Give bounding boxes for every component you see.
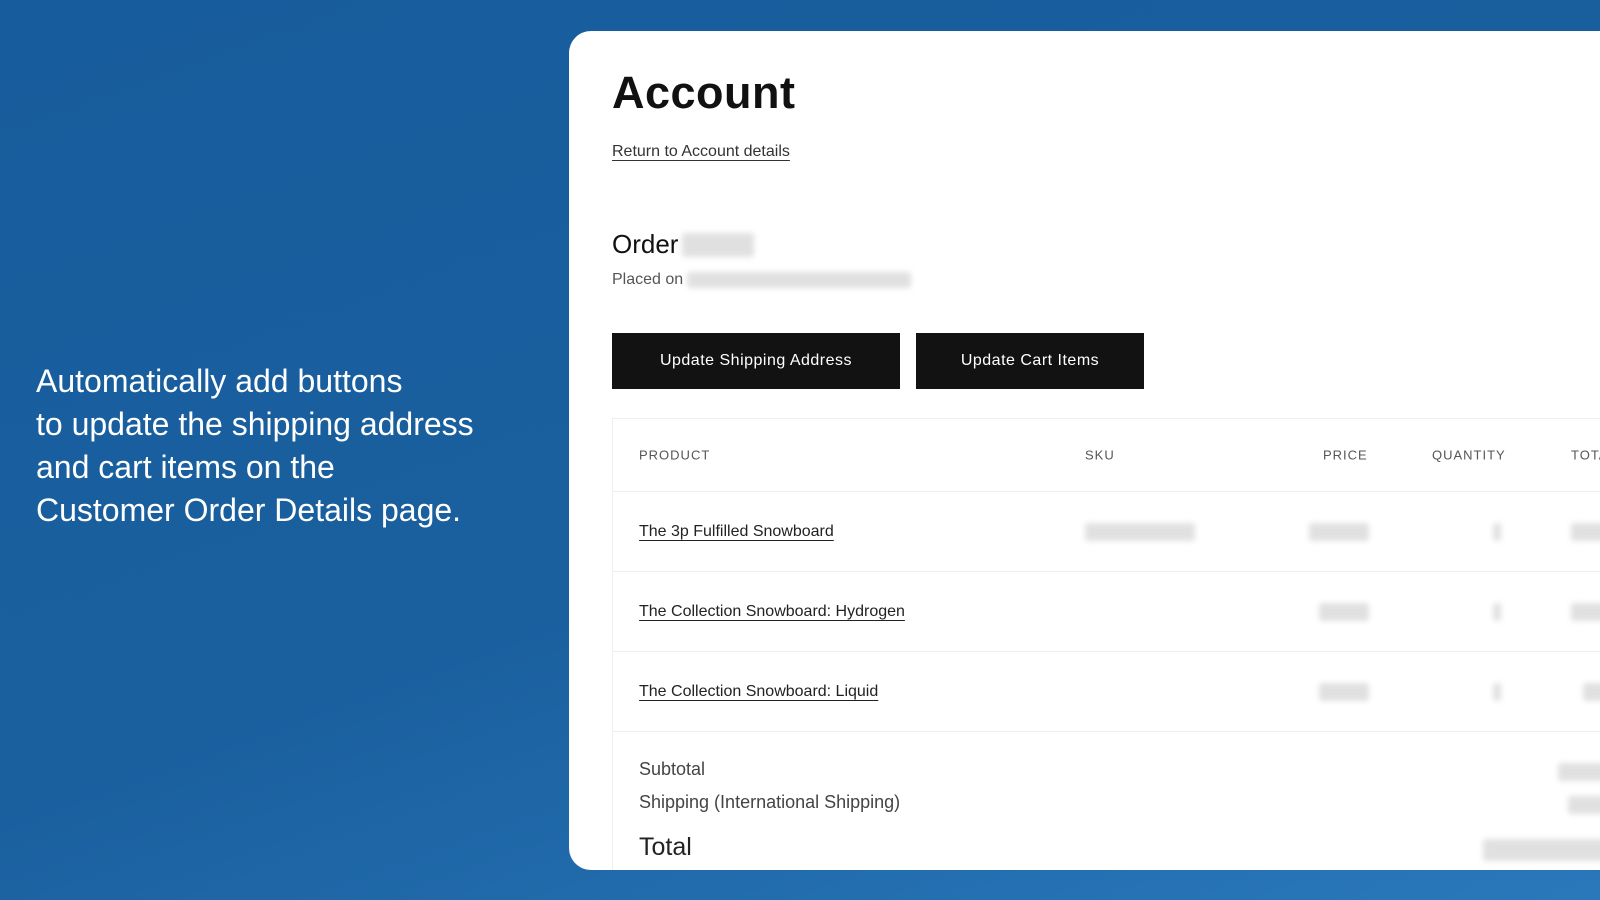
- subtotal-label: Subtotal: [639, 759, 706, 779]
- promo-line: Automatically add buttons: [36, 363, 403, 399]
- total-redacted: [1583, 682, 1600, 701]
- total-redacted: [1571, 522, 1600, 541]
- subtotal-redacted: [1558, 763, 1600, 781]
- table-row: The Collection Snowboard: Hydrogen: [613, 572, 1600, 652]
- header-total: TOTAL: [1571, 447, 1600, 463]
- total-redacted: [1571, 602, 1600, 621]
- order-details-panel: Account Return to Account details Order …: [569, 31, 1600, 870]
- header-sku: SKU: [1085, 447, 1115, 463]
- promo-text: Automatically add buttons to update the …: [36, 360, 556, 532]
- price-redacted: [1319, 682, 1369, 701]
- shipping-redacted: [1568, 796, 1600, 814]
- header-price: PRICE: [1323, 447, 1368, 463]
- header-quantity: QUANTITY: [1432, 447, 1506, 463]
- quantity-redacted: [1493, 522, 1501, 541]
- shipping-label: Shipping (International Shipping): [639, 792, 901, 812]
- promo-line: and cart items on the: [36, 449, 335, 485]
- order-heading: Order: [612, 229, 755, 260]
- update-shipping-address-button[interactable]: Update Shipping Address: [612, 333, 900, 389]
- price-redacted: [1319, 602, 1369, 621]
- total-redacted: [1483, 839, 1600, 861]
- product-link[interactable]: The 3p Fulfilled Snowboard: [639, 523, 834, 541]
- table-row: The Collection Snowboard: Liquid: [613, 652, 1600, 732]
- quantity-redacted: [1493, 602, 1501, 621]
- promo-line: to update the shipping address: [36, 406, 474, 442]
- header-product: PRODUCT: [639, 447, 711, 463]
- price-redacted: [1309, 522, 1369, 541]
- product-link[interactable]: The Collection Snowboard: Liquid: [639, 683, 878, 701]
- product-link[interactable]: The Collection Snowboard: Hydrogen: [639, 603, 905, 621]
- placed-on-date-redacted: [687, 272, 912, 288]
- promo-line: Customer Order Details page.: [36, 492, 462, 528]
- total-label: Total: [639, 833, 692, 861]
- placed-on-label: Placed on: [612, 271, 684, 288]
- page-title: Account: [612, 67, 796, 118]
- update-cart-items-button[interactable]: Update Cart Items: [916, 333, 1144, 389]
- order-label: Order: [612, 229, 679, 259]
- placed-on: Placed on: [612, 271, 912, 289]
- order-number-redacted: [682, 232, 755, 257]
- sku-redacted: [1085, 522, 1195, 541]
- quantity-redacted: [1493, 682, 1501, 701]
- return-to-account-link[interactable]: Return to Account details: [612, 143, 790, 161]
- table-row: The 3p Fulfilled Snowboard: [613, 492, 1600, 572]
- table-header: PRODUCT SKU PRICE QUANTITY TOTAL: [613, 419, 1600, 492]
- order-items-table: PRODUCT SKU PRICE QUANTITY TOTAL The 3p …: [612, 418, 1600, 870]
